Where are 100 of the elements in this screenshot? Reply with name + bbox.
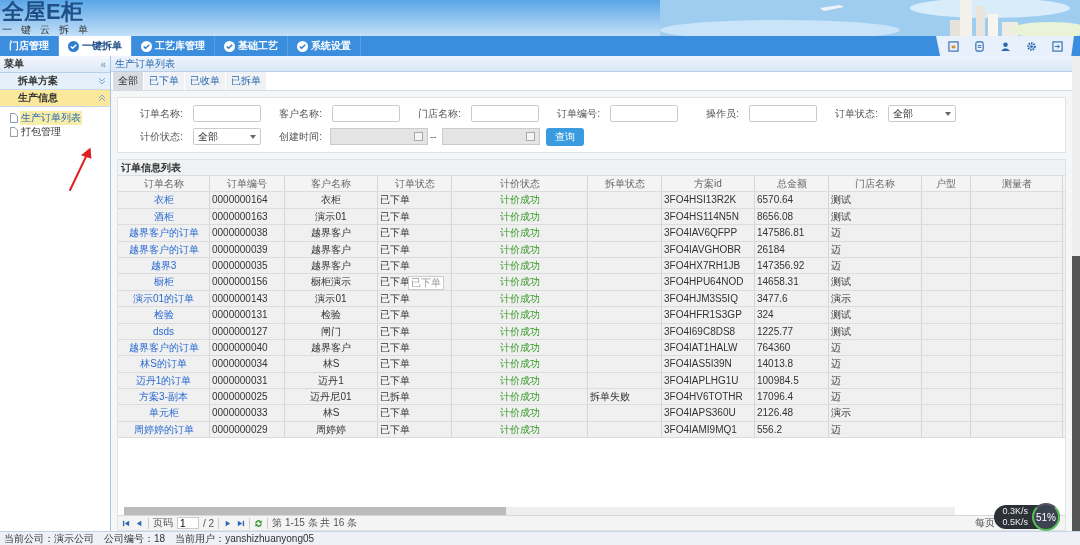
slogan: 一键云拆单 [2,24,97,35]
order-link[interactable]: 周婷婷的订单 [118,421,210,438]
table-cell: 147356.92 [755,257,829,274]
table-cell: 已下单 [378,290,452,307]
column-header[interactable]: 订单编号 [210,176,285,192]
table-cell: 3FO4HS114N5N [662,208,755,225]
exit-icon[interactable] [1051,40,1063,52]
column-header[interactable]: 户型 [922,176,971,192]
table-cell: 越界客户 [285,339,378,356]
column-header[interactable]: 拆单状态 [588,176,662,192]
field-label: 门店名称: [417,106,462,121]
table-cell: 迈丹1 [285,372,378,389]
page-input[interactable]: 1 [177,517,199,529]
table-cell: 林S [285,405,378,421]
table-cell: 已下单 [378,405,452,421]
menu-section[interactable]: 拆单方案 [0,73,110,90]
table-cell: 6570.64 [755,192,829,208]
select-field[interactable]: 全部 [193,128,261,145]
table-cell: 计价成功 [452,356,588,372]
order-link[interactable]: 单元柜 [118,405,210,421]
column-header[interactable]: 方案id [662,176,755,192]
document-icon[interactable] [973,40,985,52]
order-link[interactable]: 迈丹1的订单 [118,372,210,389]
order-link[interactable]: dsds [118,323,210,339]
check-circle-icon [68,40,79,52]
table-cell: 14013.8 [755,356,829,372]
table-cell: 556.2 [755,421,829,438]
table-cell: 迈 [829,372,922,389]
order-link[interactable]: 越界客户的订单 [118,225,210,241]
table-cell: 计价成功 [452,421,588,438]
order-link[interactable]: 演示01的订单 [118,290,210,307]
table-cell: 越界客户 [285,257,378,274]
column-header[interactable]: 计价状态 [452,176,588,192]
table-cell: 计价成功 [452,339,588,356]
settings-icon[interactable] [1025,40,1037,52]
table-cell: 测试 [829,192,922,208]
column-header[interactable]: 订单名称 [118,176,210,192]
table-cell: 3FO4I69C8DS8 [662,323,755,339]
input-field[interactable] [332,105,400,122]
status-text: 公司编号：18 [104,531,166,545]
table-cell: 已下单 [378,225,452,241]
table-cell: 0000000164 [210,192,285,208]
field-label: 订单状态: [834,106,879,121]
vertical-scrollbar[interactable] [1072,56,1080,531]
status-tab[interactable]: 全部 [113,72,143,90]
column-header[interactable]: 门店名称 [829,176,922,192]
user-icon[interactable] [999,40,1011,52]
table-cell: 1225.77 [755,323,829,339]
per-page-label: 每页 [975,516,995,530]
nav-tab[interactable]: 一键拆单 [59,36,132,56]
status-tab[interactable]: 已拆单 [226,72,266,90]
tree-item[interactable]: 打包管理 [20,125,62,139]
previous-page-icon[interactable] [135,518,144,528]
input-field[interactable] [193,105,261,122]
last-page-icon[interactable] [236,518,246,528]
tooltip: 已下单 [408,276,444,291]
logo: 全屋E柜 [2,0,84,24]
table-cell: 0000000039 [210,241,285,257]
range-separator: -- [429,131,438,142]
table-cell: 迈 [829,339,922,356]
search-button[interactable]: 查询 [545,127,584,146]
column-header[interactable]: 测量者 [971,176,1063,192]
table-cell: 计价成功 [452,307,588,323]
order-link[interactable]: 橱柜 [118,274,210,290]
table-cell: 越界客户 [285,225,378,241]
tree-item[interactable]: 生产订单列表 [20,111,82,125]
table-cell: 已下单 [378,192,452,208]
input-field[interactable] [610,105,678,122]
table-cell: 3FO4HX7RH1JB [662,257,755,274]
refresh-icon[interactable] [254,518,264,528]
order-link[interactable]: 方案3-副本 [118,389,210,405]
table-cell: 拆单失败 [588,389,662,405]
column-header[interactable]: 总金额 [755,176,829,192]
column-header[interactable]: 订单状态 [378,176,452,192]
check-circle-icon [297,40,308,52]
select-field[interactable]: 全部 [888,105,956,122]
annotation-arrow [68,146,94,194]
order-link[interactable]: 越界客户的订单 [118,339,210,356]
input-field[interactable] [471,105,539,122]
order-link[interactable]: 越界客户的订单 [118,241,210,257]
table-cell: 3FO4IAPS360U [662,405,755,421]
field-label: 订单编号: [556,106,601,121]
status-tab[interactable]: 已下单 [144,72,184,90]
order-link[interactable]: 越界3 [118,257,210,274]
field-label: 创建时间: [278,129,323,144]
table-cell: 已下单 [378,421,452,438]
order-link[interactable]: 检验 [118,307,210,323]
horizontal-scrollbar[interactable] [124,507,955,515]
order-link[interactable]: 衣柜 [118,192,210,208]
order-link[interactable]: 林S的订单 [118,356,210,372]
table-cell: 0000000031 [210,372,285,389]
column-header[interactable]: 客户名称 [285,176,378,192]
status-tab[interactable]: 已收单 [185,72,225,90]
menu-section[interactable]: 生产信息 [0,90,110,107]
first-page-icon[interactable] [122,518,131,528]
table-cell: 计价成功 [452,389,588,405]
next-page-icon[interactable] [223,518,233,528]
input-field[interactable] [749,105,817,122]
field-label: 客户名称: [278,106,323,121]
order-link[interactable]: 酒柜 [118,208,210,225]
